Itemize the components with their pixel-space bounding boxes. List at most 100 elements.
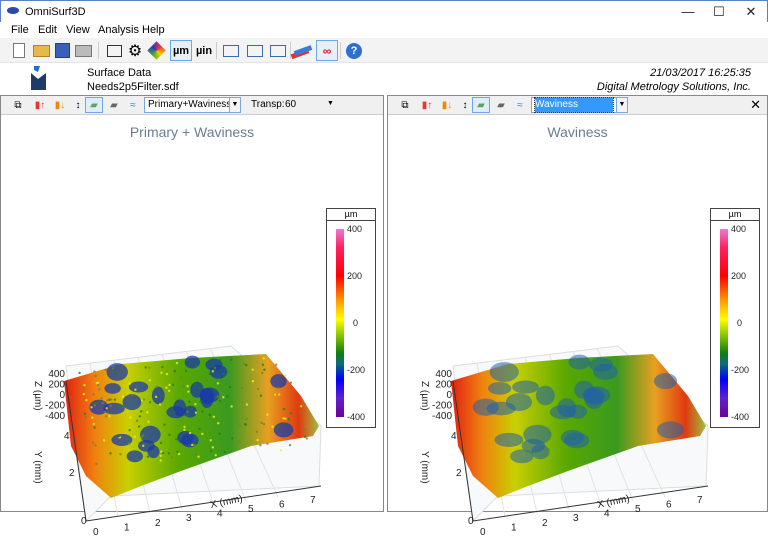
scale-up-icon[interactable]: ▮↑ — [418, 97, 436, 113]
surface-texture — [266, 442, 269, 445]
link-views-icon[interactable]: ∞ — [316, 40, 338, 61]
copy-icon[interactable]: ⧉ — [396, 97, 414, 113]
menu-view[interactable]: View — [66, 24, 90, 36]
z-tick-label: -200 — [432, 401, 452, 412]
maximize-button[interactable]: ☐ — [704, 1, 734, 23]
help-icon[interactable]: ? — [343, 40, 365, 61]
y-tick-label: 0 — [81, 516, 87, 527]
color-surface-icon[interactable]: ▰ — [85, 97, 103, 113]
profile-icon[interactable]: ≈ — [124, 97, 142, 113]
surface-texture — [230, 358, 233, 361]
chevron-down-icon[interactable]: ▼ — [229, 98, 240, 112]
z-tick-label: 0 — [59, 390, 65, 401]
surface-texture — [147, 420, 150, 423]
profile-icon[interactable]: ≈ — [511, 97, 529, 113]
copy-icon[interactable]: ⧉ — [9, 97, 27, 113]
transp-label: Transp: — [251, 99, 285, 110]
surface-texture — [184, 365, 187, 369]
colorbar-tick: 0 — [737, 318, 743, 328]
surface-texture — [208, 372, 212, 376]
surface-texture — [299, 405, 303, 408]
units-um-button[interactable]: µm — [170, 40, 192, 61]
surface-texture — [242, 362, 246, 365]
scale-down-icon[interactable]: ▮↓ — [51, 97, 69, 113]
surface-texture — [138, 415, 142, 418]
surface-texture — [109, 404, 113, 408]
x-tick-label: 0 — [480, 527, 486, 538]
view-select-value: Waviness — [534, 97, 614, 113]
menu-help[interactable]: Help — [142, 24, 165, 36]
surface-3d-plot[interactable]: 0 1 2 3 4 5 6 70244002000-200-400X (mm)Y (mm)Z … — [388, 246, 718, 546]
surface-texture — [186, 384, 189, 388]
datetime: 21/03/2017 16:25:35 — [650, 67, 751, 79]
surface-3d-plot[interactable]: 0 1 2 3 4 5 6 70244002000-200-400X (mm)Y (mm)Z … — [1, 246, 331, 546]
surface-texture — [218, 358, 222, 362]
color-surface-icon[interactable]: ▰ — [472, 97, 490, 113]
gray-surface-icon[interactable]: ▰ — [105, 97, 123, 113]
surface-texture — [187, 390, 190, 393]
surface-texture — [121, 395, 125, 398]
settings-gear-icon[interactable]: ⚙ — [124, 40, 146, 61]
save-icon[interactable] — [51, 40, 73, 61]
surface-texture — [296, 401, 299, 404]
window-layout-3-icon[interactable] — [267, 40, 289, 61]
surface-texture — [103, 410, 107, 414]
surface-texture — [279, 449, 283, 452]
y-tick-label: 0 — [468, 516, 474, 527]
minimize-button[interactable]: — — [673, 1, 703, 23]
transp-chevron-down-icon[interactable]: ▼ — [327, 100, 334, 107]
print-icon[interactable] — [72, 40, 94, 61]
surface-texture — [282, 417, 285, 420]
company-logo — [31, 66, 46, 90]
plot-title: Primary + Waviness — [129, 124, 255, 140]
surface-texture — [128, 442, 131, 445]
window-layout-1-icon[interactable] — [220, 40, 242, 61]
transp-value[interactable]: 60 — [285, 99, 296, 110]
surface-texture — [142, 398, 145, 401]
window-layout-2-icon[interactable] — [244, 40, 266, 61]
surface-texture — [218, 446, 221, 449]
chevron-down-icon[interactable]: ▼ — [616, 98, 627, 112]
surface-texture — [183, 414, 186, 417]
right-panel-toolbar: ⧉ ▮↑ ▮↓ ↕ ▰ ▰ ≈ Waviness ▼ ✕ — [388, 96, 767, 115]
surface-texture — [175, 361, 179, 365]
scale-up-icon[interactable]: ▮↑ — [31, 97, 49, 113]
x-tick-label: 7 — [310, 495, 316, 506]
colorbar-tick: 400 — [347, 224, 363, 234]
view-select[interactable]: Waviness ▼ — [531, 97, 628, 113]
surface-texture — [273, 393, 277, 396]
surface-texture — [218, 432, 221, 435]
close-button[interactable]: ✕ — [736, 1, 766, 23]
surface-texture — [101, 401, 104, 405]
surface-texture — [213, 368, 216, 371]
x-tick-label: 7 — [697, 495, 703, 506]
surface-texture — [184, 369, 188, 373]
menu-analysis[interactable]: Analysis — [98, 24, 139, 36]
gray-surface-icon[interactable]: ▰ — [492, 97, 510, 113]
surface-texture — [179, 397, 182, 401]
tools-wrench-icon[interactable] — [292, 40, 314, 61]
surface-texture — [148, 366, 151, 369]
x-tick-label: 1 — [124, 522, 130, 533]
color-3d-icon[interactable] — [145, 40, 167, 61]
new-file-icon[interactable] — [8, 40, 30, 61]
surface-texture — [211, 364, 214, 368]
z-tick-label: -400 — [45, 411, 65, 422]
info-header: Surface Data Needs2p5Filter.sdf 21/03/20… — [0, 63, 768, 95]
crop-icon[interactable] — [103, 40, 125, 61]
surface-valley — [531, 444, 550, 460]
color-scale-legend: µm 400 200 0 -200 -400 — [326, 208, 376, 428]
x-tick-label: 4 — [217, 509, 223, 520]
units-uin-button[interactable]: µin — [193, 40, 215, 61]
menu-file[interactable]: File — [11, 24, 29, 36]
surface-valley — [489, 362, 519, 382]
surface-texture — [93, 426, 96, 429]
surface-texture — [243, 422, 247, 426]
close-panel-button[interactable]: ✕ — [750, 97, 761, 113]
surface-texture — [179, 376, 183, 379]
menu-edit[interactable]: Edit — [38, 24, 57, 36]
view-select[interactable]: Primary+Waviness ▼ — [144, 97, 241, 113]
scale-down-icon[interactable]: ▮↓ — [438, 97, 456, 113]
open-folder-icon[interactable] — [30, 40, 52, 61]
x-tick-label: 6 — [666, 499, 672, 510]
